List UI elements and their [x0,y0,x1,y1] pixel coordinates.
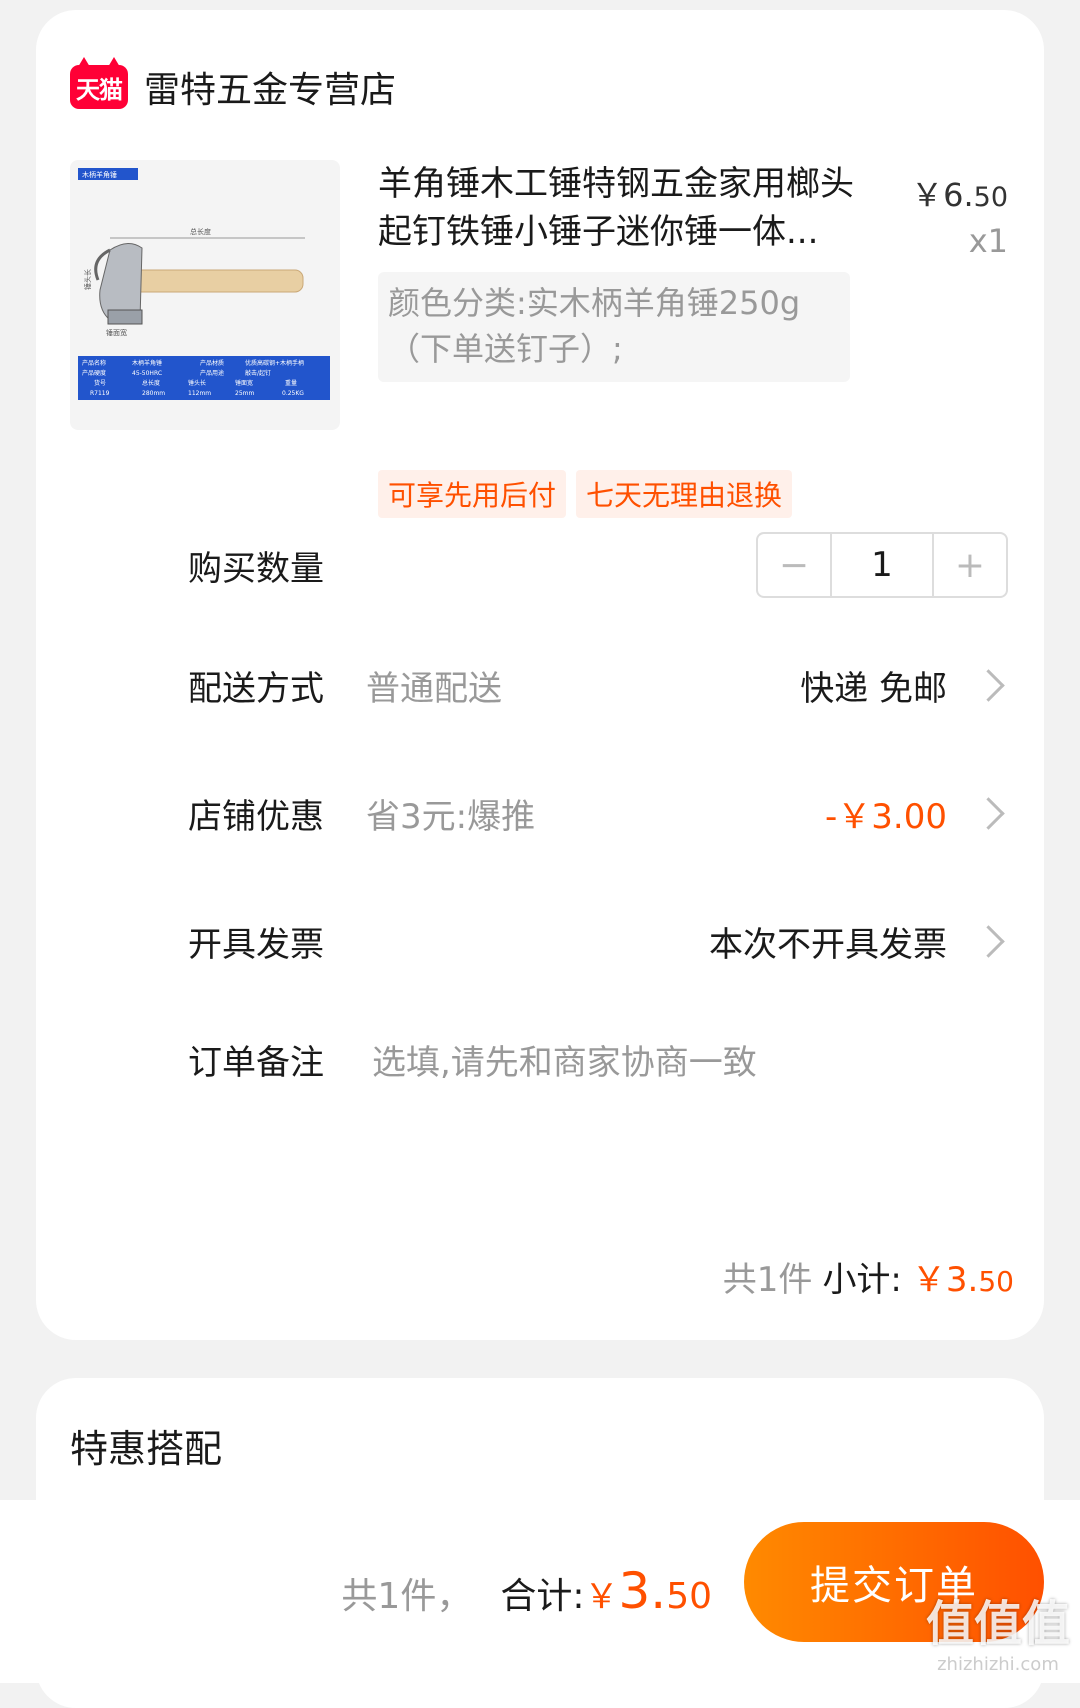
quantity-label: 购买数量 [188,548,324,589]
spec-cell: 0.25KG [282,390,304,397]
price-int: 6. [943,176,974,214]
quantity-stepper[interactable]: − 1 + [756,532,1008,598]
bottom-bar: 共1件， 合计: ￥3.50 提交订单 值值值 zhizhizhi.com [0,1500,1080,1683]
spec-cell: 112mm [188,390,211,397]
image-banner-text: 木柄羊角锤 [82,170,117,179]
image-dim-face: 锤面宽 [106,328,127,337]
tmall-badge-text: 天猫 [76,75,123,104]
chevron-right-icon [972,668,1005,702]
spec-cell: 优质高碳钢+木柄手柄 [245,359,304,367]
spec-cell: 25mm [235,390,254,397]
price-cents: 50 [973,182,1008,213]
product-price: ￥6.50 [911,170,1008,216]
delivery-label: 配送方式 [188,668,324,709]
combo-title: 特惠搭配 [70,1427,223,1471]
watermark: 值值值 zhizhizhi.com [926,1584,1070,1675]
spec-cell: 敲击/起钉 [245,369,271,377]
spec-cell: 45-50HRC [132,370,162,377]
subtotal: 共1件 小计: ￥3.50 [723,1252,1014,1301]
delivery-sub: 普通配送 [366,668,502,709]
spec-cell: 产品材质 [200,359,224,367]
image-dim-head: 锤头长 [83,269,92,290]
plus-button[interactable]: + [934,534,1006,596]
spec-cell: R7119 [90,390,110,397]
discount-value: -￥3.00 [825,796,947,837]
minus-button[interactable]: − [758,534,830,596]
service-tags: 可享先用后付 七天无理由退换 [378,470,793,518]
invoice-value: 本次不开具发票 [709,924,947,965]
spec-cell: 货号 [94,379,106,387]
spec-cell: 重量 [285,379,297,387]
shop-name[interactable]: 雷特五金专营店 [144,61,396,113]
shop-header[interactable]: 天猫 雷特五金专营店 [70,52,396,122]
price-symbol: ￥ [911,176,944,214]
spec-cell: 总长度 [142,379,160,387]
total-amount: ￥3.50 [584,1562,712,1620]
total-count: 共1件， [341,1576,473,1617]
watermark-url: zhizhizhi.com [937,1654,1059,1675]
subtotal-label: 小计: [822,1260,902,1300]
spec-cell: 木柄羊角锤 [132,359,162,367]
delivery-value: 快递 免邮 [800,668,947,709]
spec-cell: 280mm [142,390,165,397]
spec-cell: 锤面宽 [235,379,253,387]
product-title[interactable]: 羊角锤木工锤特钢五金家用榔头起钉铁锤小锤子迷你锤一体... [378,160,858,256]
invoice-label: 开具发票 [188,924,324,965]
subtotal-amount: ￥3.50 [911,1260,1014,1300]
spec-cell: 产品硬度 [82,369,106,377]
product-quantity: x1 [968,222,1008,260]
subtotal-count: 共1件 [722,1260,813,1300]
image-dim-total: 总长度 [190,227,211,236]
remark-row: 订单备注 选填,请先和商家协商一致 [188,1024,1008,1094]
invoice-row[interactable]: 开具发票 本次不开具发票 [188,906,1008,976]
watermark-text: 值值值 [925,1596,1070,1652]
remark-label: 订单备注 [188,1042,324,1083]
hammer-illustration: 木柄羊角锤 总长度 锤头长 锤面宽 产品名称 木柄羊角锤 产品材质 优质高碳钢+… [78,168,330,400]
sku-selection[interactable]: 颜色分类:实木柄羊角锤250g（下单送钉子）; [378,272,850,382]
quantity-row: 购买数量 − 1 + [188,530,1008,600]
chevron-right-icon [972,796,1005,830]
tmall-logo-icon: 天猫 [70,57,128,109]
discount-label: 店铺优惠 [188,796,324,837]
delivery-row[interactable]: 配送方式 普通配送 快递 免邮 [188,650,1008,720]
product-image[interactable]: 木柄羊角锤 总长度 锤头长 锤面宽 产品名称 木柄羊角锤 产品材质 优质高碳钢+… [70,160,340,430]
spec-cell: 锤头长 [188,379,206,387]
quantity-input[interactable]: 1 [830,534,934,596]
tag-pay-later: 可享先用后付 [378,470,567,518]
discount-row[interactable]: 店铺优惠 省3元:爆推 -￥3.00 [188,778,1008,848]
remark-input[interactable]: 选填,请先和商家协商一致 [372,1035,757,1084]
order-card: 天猫 雷特五金专营店 木柄羊角锤 总长度 锤头长 锤面宽 产品名称 木柄羊角锤 … [36,10,1044,1340]
chevron-right-icon [972,924,1005,958]
discount-sub: 省3元:爆推 [366,796,536,837]
spec-cell: 产品用途 [200,369,224,377]
total-summary: 共1件， 合计: ￥3.50 [341,1562,712,1620]
total-label: 合计: [500,1576,585,1617]
tag-seven-day-return: 七天无理由退换 [576,470,793,518]
spec-cell: 产品名称 [82,359,106,367]
